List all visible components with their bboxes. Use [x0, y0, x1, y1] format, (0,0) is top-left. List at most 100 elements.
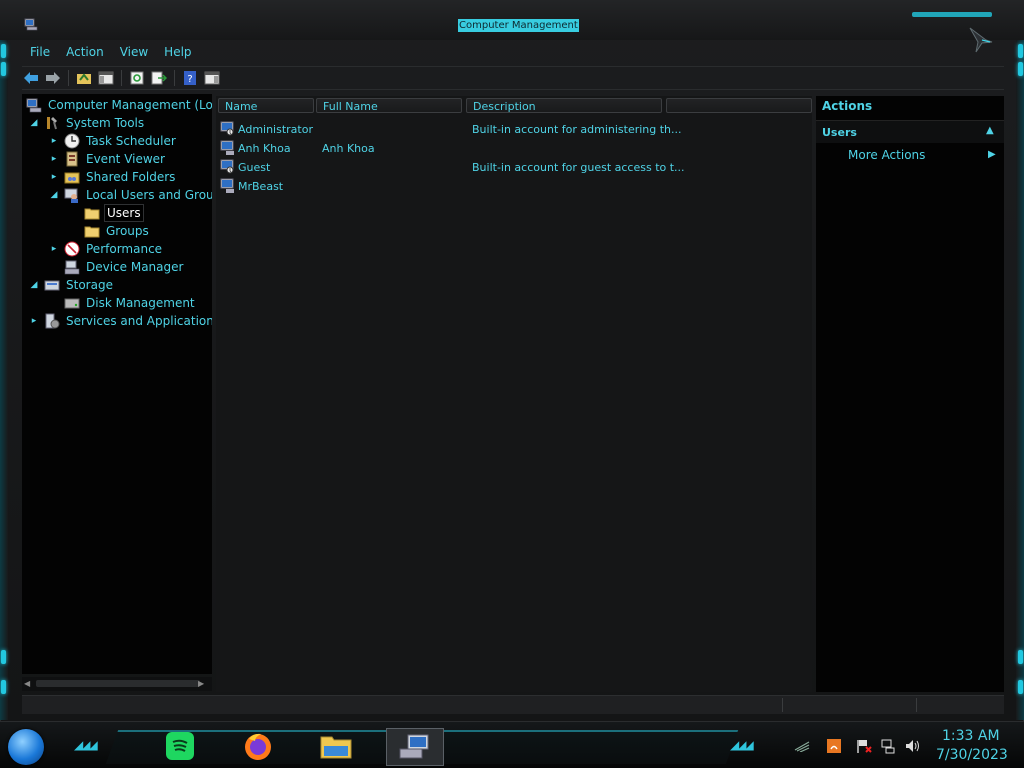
tree-node-services-apps[interactable]: ▸ Services and Applications — [28, 312, 212, 330]
expand-arrow-icon[interactable]: ▸ — [28, 315, 40, 327]
refresh-icon[interactable] — [128, 69, 146, 87]
tree-node-computer-management[interactable]: Computer Management (Local) — [26, 96, 212, 114]
scroll-left-icon[interactable]: ◀ — [24, 679, 30, 688]
toolbar-separator — [121, 70, 122, 86]
tree-node-users[interactable]: Users — [84, 204, 144, 222]
export-list-icon[interactable] — [150, 69, 168, 87]
tree-node-task-scheduler[interactable]: ▸ Task Scheduler — [48, 132, 178, 150]
frame-glow — [1, 650, 6, 664]
table-row[interactable]: MrBeast — [216, 177, 812, 196]
tree-node-storage[interactable]: ◢ Storage — [28, 276, 115, 294]
column-header-description[interactable]: Description — [466, 98, 662, 113]
scrollbar-thumb[interactable] — [36, 680, 200, 687]
column-header-name[interactable]: Name — [218, 98, 314, 113]
folder-icon — [84, 208, 100, 220]
expand-arrow-icon[interactable]: ▸ — [48, 153, 60, 165]
expand-arrow-icon[interactable]: ▸ — [48, 135, 60, 147]
tree-label: Storage — [66, 278, 113, 292]
tree-label: Local Users and Groups — [86, 188, 212, 202]
up-folder-icon[interactable] — [75, 69, 93, 87]
user-icon — [220, 140, 234, 155]
java-update-icon[interactable] — [826, 738, 842, 754]
tree-node-device-manager[interactable]: Device Manager — [64, 258, 185, 276]
scroll-right-icon[interactable]: ▶ — [198, 679, 204, 688]
menu-bar: File Action View Help — [22, 43, 200, 61]
table-row[interactable]: Anh Khoa Anh Khoa — [216, 139, 812, 158]
network-icon[interactable] — [880, 738, 896, 754]
taskbar-decoration: ◢◢◢ — [730, 738, 754, 752]
tree-label: Event Viewer — [86, 152, 165, 166]
frame-left-edge — [0, 30, 8, 720]
user-full-name: Anh Khoa — [322, 142, 375, 155]
taskbar-file-explorer[interactable] — [312, 728, 360, 764]
collapse-arrow-icon[interactable]: ◢ — [28, 279, 40, 291]
tree-node-groups[interactable]: Groups — [84, 222, 151, 240]
user-icon — [220, 178, 234, 193]
computer-management-app-icon[interactable] — [24, 17, 38, 31]
frame-glow — [1, 62, 6, 76]
services-icon — [45, 313, 60, 329]
column-header-empty[interactable] — [666, 98, 812, 113]
show-hide-console-tree-icon[interactable] — [97, 69, 115, 87]
back-arrow-icon[interactable] — [22, 69, 40, 87]
volume-icon[interactable] — [904, 738, 920, 754]
computer-management-icon — [399, 734, 429, 759]
table-row[interactable]: Administrator Built-in account for admin… — [216, 120, 812, 139]
submenu-arrow-icon[interactable]: ▶ — [988, 149, 996, 160]
status-divider — [782, 698, 783, 712]
user-icon — [220, 121, 234, 136]
tree-node-system-tools[interactable]: ◢ System Tools — [28, 114, 146, 132]
actions-section-users[interactable]: Users ▲ — [816, 120, 1004, 143]
collapse-arrow-icon[interactable]: ◢ — [48, 189, 60, 201]
menu-view[interactable]: View — [112, 43, 156, 61]
taskbar-firefox[interactable] — [234, 728, 282, 764]
toolbar-separator — [68, 70, 69, 86]
clock-date[interactable]: 7/30/2023 — [936, 747, 1008, 763]
storage-icon — [44, 280, 60, 291]
system-tools-icon — [47, 117, 57, 130]
menu-help[interactable]: Help — [156, 43, 199, 61]
forward-arrow-icon[interactable] — [44, 69, 62, 87]
expand-arrow-icon[interactable]: ▸ — [48, 243, 60, 255]
expand-arrow-icon[interactable]: ▸ — [48, 171, 60, 183]
tree-node-disk-management[interactable]: Disk Management — [64, 294, 197, 312]
collapse-arrow-icon[interactable]: ◢ — [28, 117, 40, 129]
taskbar-computer-management[interactable] — [386, 728, 444, 766]
tree-label-selected: Users — [104, 204, 144, 222]
tree-horizontal-scrollbar[interactable]: ◀ ▶ — [22, 677, 212, 691]
frame-glow — [1, 44, 6, 58]
column-headers: Name Full Name Description — [216, 98, 812, 114]
console-tree: Computer Management (Local) ◢ System Too… — [22, 94, 212, 674]
actions-pane: Actions Users ▲ More Actions ▶ — [816, 96, 1004, 692]
show-hide-action-pane-icon[interactable] — [203, 69, 221, 87]
actions-section-label: Users — [822, 126, 857, 139]
collapse-up-icon[interactable]: ▲ — [986, 125, 994, 136]
file-explorer-icon — [320, 736, 352, 759]
show-hidden-icons-icon[interactable] — [794, 738, 810, 754]
firefox-icon — [245, 733, 271, 760]
taskbar-spotify[interactable] — [156, 728, 204, 764]
alien-logo-icon — [969, 27, 993, 53]
user-name: MrBeast — [238, 180, 284, 193]
table-row[interactable]: Guest Built-in account for guest access … — [216, 158, 812, 177]
help-icon[interactable]: ? — [181, 69, 199, 87]
more-actions-link[interactable]: More Actions — [848, 148, 925, 162]
frame-glow — [1, 680, 6, 694]
tree-node-event-viewer[interactable]: ▸ Event Viewer — [48, 150, 167, 168]
clock-time[interactable]: 1:33 AM — [942, 728, 1000, 744]
menu-action[interactable]: Action — [58, 43, 112, 61]
toolbar-separator — [174, 70, 175, 86]
frame-glow — [1018, 44, 1023, 58]
tree-node-performance[interactable]: ▸ Performance — [48, 240, 164, 258]
start-button[interactable] — [8, 729, 44, 765]
column-header-full-name[interactable]: Full Name — [316, 98, 462, 113]
tree-node-shared-folders[interactable]: ▸ Shared Folders — [48, 168, 177, 186]
action-center-flag-icon[interactable] — [856, 738, 872, 754]
window-title: Computer Management — [458, 19, 579, 32]
menu-file[interactable]: File — [22, 43, 58, 61]
frame-glow — [1018, 680, 1023, 694]
actions-title: Actions — [822, 99, 873, 113]
user-description: Built-in account for administering th... — [472, 123, 682, 136]
tree-node-local-users-groups[interactable]: ◢ Local Users and Groups — [48, 186, 212, 204]
tree-label: Performance — [86, 242, 163, 256]
